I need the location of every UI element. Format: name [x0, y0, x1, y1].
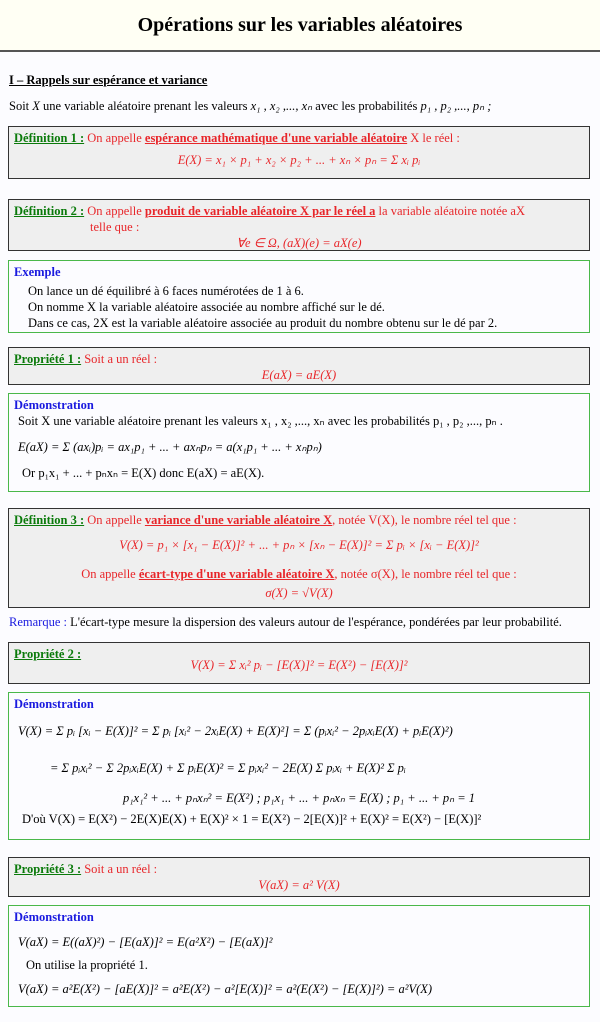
property-1-formula: E(aX) = aE(X) — [261, 368, 337, 382]
property-2-label: Propriété 2 : — [14, 647, 82, 661]
remark-text: L'écart-type mesure la dispersion des va… — [70, 615, 562, 629]
intro-var: X — [32, 99, 40, 113]
definition-1-term: espérance mathématique d'une variable al… — [144, 131, 408, 145]
property-3-formula: V(aX) = a² V(X) — [258, 878, 340, 892]
demonstration-1-box: Démonstration Soit X une variable aléato… — [8, 393, 590, 492]
definition-2-term: produit de variable aléatoire X par le r… — [144, 204, 376, 218]
definition-1-formula: E(X) = x₁ × p₁ + x₂ × p₂ + ... + xₙ × pₙ… — [177, 153, 421, 167]
definition-2-formula: ∀e ∈ Ω, (aX)(e) = aX(e) — [236, 236, 362, 250]
page-header: Opérations sur les variables aléatoires — [0, 0, 600, 52]
definition-2-text-after: la variable aléatoire notée aX — [378, 204, 525, 218]
property-3-label: Propriété 3 : — [14, 862, 82, 876]
intro-prefix: Soit — [9, 99, 30, 113]
demonstration-3-box: Démonstration V(aX) = E((aX)²) − [E(aX)]… — [8, 905, 590, 1007]
definition-3-stddev-formula: σ(X) = √V(X) — [265, 586, 333, 600]
demonstration-2-label: Démonstration — [14, 697, 94, 711]
intro-values: x₁ , x₂ ,..., xₙ — [250, 99, 313, 113]
intro-mid2: avec les probabilités — [315, 99, 418, 113]
definition-3-term2: écart-type d'une variable aléatoire X — [138, 567, 335, 581]
demonstration-2-line: = Σ pᵢxᵢ² − Σ 2pᵢxᵢE(X) + Σ pᵢE(X)² = Σ … — [50, 761, 406, 775]
demonstration-2-line: p₁x₁² + ... + pₙxₙ² = E(X²) ; p₁x₁ + ...… — [122, 791, 476, 805]
demonstration-1-line: Or p₁x₁ + ... + pₙxₙ = E(X) donc E(aX) =… — [22, 466, 265, 480]
remark-label: Remarque : — [9, 615, 67, 629]
definition-1-box: Définition 1 : On appelle espérance math… — [8, 126, 590, 179]
property-1-label: Propriété 1 : — [14, 352, 82, 366]
section-title: I – Rappels sur espérance et variance — [9, 73, 208, 87]
definition-1-label: Définition 1 : — [14, 131, 85, 145]
property-3-box: Propriété 3 : Soit a un réel : V(aX) = a… — [8, 857, 590, 897]
example-line: On nomme X la variable aléatoire associé… — [28, 300, 385, 314]
definition-3-text2: On appelle — [81, 567, 136, 581]
demonstration-2-line: V(X) = Σ pᵢ [xᵢ − E(X)]² = Σ pᵢ [xᵢ² − 2… — [18, 724, 453, 738]
definition-3-variance-formula: V(X) = p₁ × [x₁ − E(X)]² + ... + pₙ × [x… — [119, 538, 479, 552]
demonstration-3-line: V(aX) = E((aX)²) − [E(aX)]² = E(a²X²) − … — [18, 935, 273, 949]
property-2-box: Propriété 2 : V(X) = Σ xᵢ² pᵢ − [E(X)]² … — [8, 642, 590, 684]
example-line: Dans ce cas, 2X est la variable aléatoir… — [28, 316, 498, 330]
demonstration-1-line: Soit X une variable aléatoire prenant le… — [18, 414, 503, 428]
property-3-text: Soit a un réel : — [84, 862, 158, 876]
page-title: Opérations sur les variables aléatoires — [137, 13, 463, 36]
definition-3-text-after: , notée V(X), le nombre réel tel que : — [332, 513, 517, 527]
intro-mid: une variable aléatoire prenant les valeu… — [43, 99, 248, 113]
demonstration-2-box: Démonstration V(X) = Σ pᵢ [xᵢ − E(X)]² =… — [8, 692, 590, 840]
remark: Remarque : L'écart-type mesure la disper… — [9, 615, 562, 630]
definition-2-box: Définition 2 : On appelle produit de var… — [8, 199, 590, 251]
definition-1-text: On appelle — [87, 131, 142, 145]
definition-3-text: On appelle — [87, 513, 142, 527]
intro-text: Soit X une variable aléatoire prenant le… — [8, 98, 592, 114]
definition-3-term: variance d'une variable aléatoire X — [144, 513, 333, 527]
demonstration-3-label: Démonstration — [14, 910, 94, 924]
definition-3-box: Définition 3 : On appelle variance d'une… — [8, 508, 590, 608]
demonstration-1-line: E(aX) = Σ (axᵢ)pᵢ = ax₁p₁ + ... + axₙpₙ … — [18, 440, 322, 454]
definition-2-text: On appelle — [87, 204, 142, 218]
demonstration-1-label: Démonstration — [14, 398, 94, 412]
example-line: On lance un dé équilibré à 6 faces numér… — [28, 284, 304, 298]
example-box: Exemple On lance un dé équilibré à 6 fac… — [8, 260, 590, 333]
demonstration-2-line: D'où V(X) = E(X²) − 2E(X)E(X) + E(X)² × … — [22, 812, 482, 826]
demonstration-3-line: On utilise la propriété 1. — [26, 958, 148, 972]
definition-1-text-after: X le réel : — [410, 131, 460, 145]
demonstration-3-line: V(aX) = a²E(X²) − [aE(X)]² = a²E(X²) − a… — [18, 982, 433, 996]
definition-2-label: Définition 2 : — [14, 204, 85, 218]
property-1-text: Soit a un réel : — [84, 352, 158, 366]
example-label: Exemple — [14, 265, 61, 279]
property-2-formula: V(X) = Σ xᵢ² pᵢ − [E(X)]² = E(X²) − [E(X… — [190, 658, 408, 672]
definition-3-text2-after: , notée σ(X), le nombre réel tel que : — [334, 567, 517, 581]
definition-3-label: Définition 3 : — [14, 513, 85, 527]
content: I – Rappels sur espérance et variance So… — [0, 73, 600, 114]
intro-probs: p₁ , p₂ ,..., pₙ ; — [420, 99, 492, 113]
definition-2-line2: telle que : — [90, 220, 140, 234]
property-1-box: Propriété 1 : Soit a un réel : E(aX) = a… — [8, 347, 590, 385]
